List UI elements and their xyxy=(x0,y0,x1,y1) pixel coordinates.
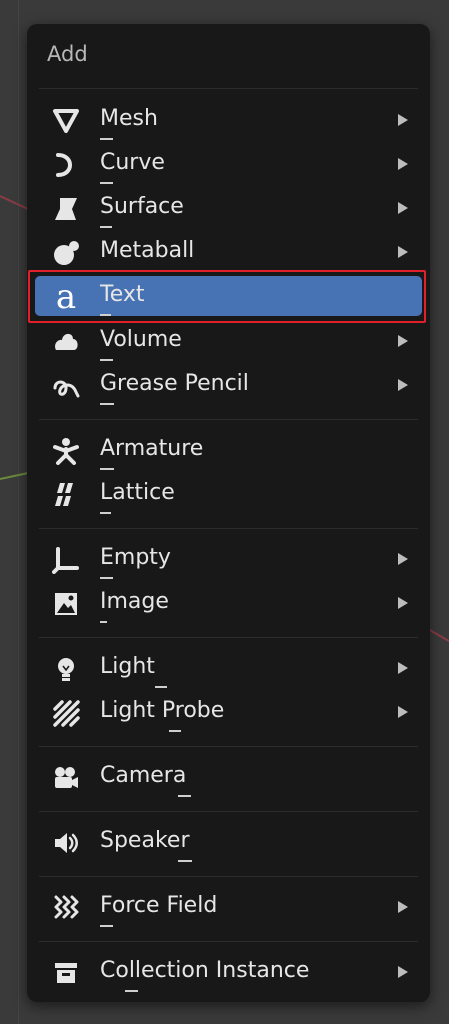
lattice-icon xyxy=(51,480,81,510)
menu-item-label: Armature xyxy=(100,436,204,461)
submenu-arrow-icon xyxy=(398,597,408,609)
volume-icon xyxy=(51,327,81,357)
menu-item-label: Volume xyxy=(100,327,182,352)
separator xyxy=(39,88,418,89)
image-icon xyxy=(51,589,81,619)
menu-item-label: Collection Instance xyxy=(100,958,310,983)
submenu-arrow-icon xyxy=(398,202,408,214)
armature-icon xyxy=(51,436,81,466)
menu-item-label: Light Probe xyxy=(100,698,225,723)
light-icon xyxy=(51,654,81,684)
svg-text:a: a xyxy=(56,282,76,312)
menu-item-label: Camera xyxy=(100,763,187,788)
x-axis-line xyxy=(427,628,449,645)
menu-item-light[interactable]: Light xyxy=(35,648,422,688)
camera-icon xyxy=(51,763,81,793)
menu-item-label: Surface xyxy=(100,194,184,219)
submenu-arrow-icon xyxy=(398,158,408,170)
separator xyxy=(39,876,418,877)
menu-item-label: Curve xyxy=(100,150,165,175)
mnemonic-underline xyxy=(100,403,114,405)
mnemonic-underline xyxy=(100,512,111,514)
menu-item-mesh[interactable]: Mesh xyxy=(35,100,422,140)
surface-icon xyxy=(51,194,81,224)
mnemonic-underline xyxy=(169,730,181,732)
submenu-arrow-icon xyxy=(398,114,408,126)
submenu-arrow-icon xyxy=(398,706,408,718)
menu-item-label: Image xyxy=(100,589,169,614)
menu-title: Add xyxy=(47,42,88,66)
submenu-arrow-icon xyxy=(398,966,408,978)
mnemonic-underline xyxy=(100,621,107,623)
mesh-icon xyxy=(51,106,81,136)
menu-item-light-probe[interactable]: Light Probe xyxy=(35,692,422,732)
speaker-icon xyxy=(51,828,81,858)
menu-item-surface[interactable]: Surface xyxy=(35,188,422,228)
menu-item-force-field[interactable]: Force Field xyxy=(35,887,422,927)
separator xyxy=(39,941,418,942)
collection-instance-icon xyxy=(51,958,81,988)
add-menu: Add Mesh Curve Surface Metaball a Text V… xyxy=(27,24,430,1002)
force-field-icon xyxy=(51,893,81,923)
mnemonic-underline xyxy=(100,270,113,272)
mnemonic-underline xyxy=(100,314,111,316)
submenu-arrow-icon xyxy=(398,335,408,347)
menu-item-label: Text xyxy=(100,282,145,307)
mnemonic-underline xyxy=(100,577,113,579)
menu-item-label: Grease Pencil xyxy=(100,371,249,396)
mnemonic-underline xyxy=(125,990,138,992)
menu-item-grease-pencil[interactable]: Grease Pencil xyxy=(35,365,422,405)
mnemonic-underline xyxy=(100,226,112,228)
separator xyxy=(39,528,418,529)
menu-item-label: Empty xyxy=(100,545,171,570)
mnemonic-underline xyxy=(178,860,192,862)
menu-item-empty[interactable]: Empty xyxy=(35,539,422,579)
submenu-arrow-icon xyxy=(398,662,408,674)
grease-pencil-icon xyxy=(51,371,81,401)
menu-item-curve[interactable]: Curve xyxy=(35,144,422,184)
menu-item-label: Force Field xyxy=(100,893,218,918)
menu-item-camera[interactable]: Camera xyxy=(35,757,422,797)
mnemonic-underline xyxy=(100,182,113,184)
metaball-icon xyxy=(51,238,81,268)
y-axis-line xyxy=(0,471,30,480)
mnemonic-underline xyxy=(100,359,113,361)
mnemonic-underline xyxy=(100,925,113,927)
separator xyxy=(39,419,418,420)
grid-line xyxy=(18,0,19,1024)
separator xyxy=(39,637,418,638)
menu-item-metaball[interactable]: Metaball xyxy=(35,232,422,272)
menu-item-label: Light xyxy=(100,654,155,679)
menu-item-label: Speaker xyxy=(100,828,190,853)
separator xyxy=(39,746,418,747)
menu-item-collection-instance[interactable]: Collection Instance xyxy=(35,952,422,992)
submenu-arrow-icon xyxy=(398,901,408,913)
menu-item-label: Lattice xyxy=(100,480,175,505)
mnemonic-underline xyxy=(100,468,114,470)
menu-item-lattice[interactable]: Lattice xyxy=(35,474,422,514)
separator xyxy=(39,811,418,812)
submenu-arrow-icon xyxy=(398,553,408,565)
3d-viewport-background: Add Mesh Curve Surface Metaball a Text V… xyxy=(0,0,449,1024)
submenu-arrow-icon xyxy=(398,379,408,391)
mnemonic-underline xyxy=(178,795,191,797)
mnemonic-underline xyxy=(100,138,113,140)
curve-icon xyxy=(51,150,81,180)
light-probe-icon xyxy=(51,698,81,728)
menu-item-text[interactable]: a Text xyxy=(35,276,422,316)
submenu-arrow-icon xyxy=(398,246,408,258)
empty-icon xyxy=(51,545,81,575)
menu-item-label: Metaball xyxy=(100,238,195,263)
mnemonic-underline xyxy=(155,686,167,688)
menu-item-label: Mesh xyxy=(100,106,158,131)
menu-item-speaker[interactable]: Speaker xyxy=(35,822,422,862)
text-icon: a xyxy=(51,282,81,312)
menu-item-armature[interactable]: Armature xyxy=(35,430,422,470)
menu-item-image[interactable]: Image xyxy=(35,583,422,623)
menu-item-volume[interactable]: Volume xyxy=(35,321,422,361)
